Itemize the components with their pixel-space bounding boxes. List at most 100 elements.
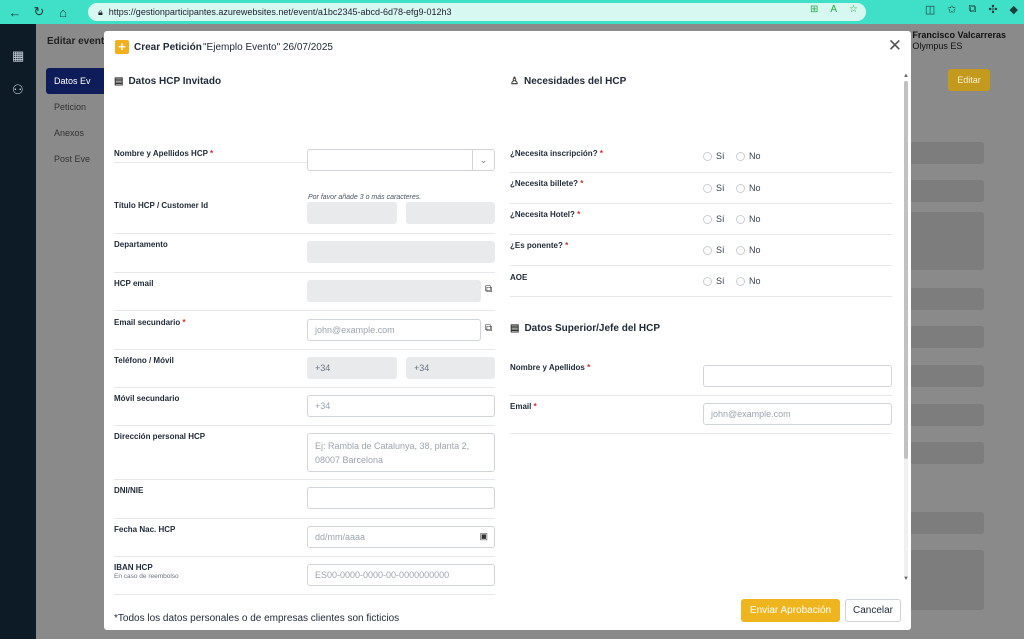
modal-scrollbar[interactable]: ▲ ▼ [903,73,909,583]
send-approval-button[interactable]: Enviar Aprobación [741,599,840,622]
hcp-email-input[interactable] [307,280,481,302]
bg-field [910,326,984,348]
radio-no[interactable]: No [736,183,761,193]
secondary-mobile-input[interactable]: +34 [307,395,495,417]
bg-field [910,212,984,270]
bg-field [910,180,984,202]
radio-yes[interactable]: Sí [703,276,725,286]
need-label: ¿Necesita billete? * [510,179,584,188]
field-label: Departamento [114,240,168,249]
field-row-nombre: Nombre y Apellidos HCP * ⌄ Por favor aña… [114,113,495,201]
modal-body: ▤ Datos HCP Invitado Nombre y Apellidos … [104,65,904,615]
page-title: Editar event [47,36,105,47]
title-input[interactable] [307,202,397,224]
field-row-hcp-email: HCP email ⧉ [114,273,495,311]
scroll-down-icon[interactable]: ▼ [903,576,909,582]
plus-icon: + [115,40,129,54]
read-aloud-icon[interactable]: A [830,4,837,15]
create-request-modal: + Crear Petición "Ejemplo Evento" 26/07/… [104,31,911,630]
apps-icon[interactable]: ⊞ [810,4,818,15]
field-label: Email secundario * [114,318,186,327]
copilot-icon[interactable]: ◆ [1010,3,1018,16]
edit-button[interactable]: Editar [948,69,990,91]
radio-no[interactable]: No [736,276,761,286]
favorites-icon[interactable]: ✩ [947,3,956,16]
department-input[interactable] [307,241,495,263]
lock-icon: 🔒︎ [98,6,103,17]
radio-yes[interactable]: Sí [703,151,725,161]
modal-footer: *Todos los datos personales o de empresa… [104,591,911,630]
field-label: HCP email [114,279,154,288]
user-org: Olympus ES [912,41,963,51]
field-row-superior-email: Email * john@example.com [510,396,892,434]
field-label: DNI/NIE [114,486,144,495]
browser-toolbar: ← ↻ ⌂ 🔒︎ https://gestionparticipantes.az… [0,0,1024,24]
refresh-icon[interactable]: ↻ [30,3,48,21]
field-label: Teléfono / Móvil [114,356,174,365]
field-row-iban: IBAN HCP En caso de reembolso ES00-0000-… [114,557,495,595]
section-title: Datos HCP Invitado [128,75,222,87]
modal-title: Crear Petición [134,42,202,53]
radio-no[interactable]: No [736,151,761,161]
extensions-icon[interactable]: ✣ [988,3,997,16]
section-header: ▤ Datos HCP Invitado [114,71,221,91]
bg-field [910,550,984,610]
radio-yes[interactable]: Sí [703,245,725,255]
radio-yes[interactable]: Sí [703,183,725,193]
bg-field [910,142,984,164]
field-label: Nombre y Apellidos * [510,363,591,372]
customer-id-input[interactable] [406,202,495,224]
scroll-up-icon[interactable]: ▲ [903,73,909,79]
section-title: Datos Superior/Jefe del HCP [524,322,661,334]
bg-field [910,512,984,534]
bg-field [910,288,984,310]
user-info: Francisco Valcarreras Olympus ES [912,30,1006,52]
cancel-button[interactable]: Cancelar [845,599,901,622]
mobile-input[interactable]: +34 [406,357,495,379]
field-label: Email * [510,402,537,411]
radio-yes[interactable]: Sí [703,214,725,224]
close-icon[interactable]: ✕ [888,37,902,55]
split-screen-icon[interactable]: ◫ [925,3,935,16]
favorite-icon[interactable]: ☆ [849,4,858,15]
url-text: https://gestionparticipantes.azurewebsit… [108,7,452,17]
need-label: ¿Es ponente? * [510,241,569,250]
field-row-fecha: Fecha Nac. HCP dd/mm/aaaa ▣ [114,519,495,557]
back-icon[interactable]: ← [6,3,24,21]
calendar-icon[interactable]: ▦ [12,48,24,64]
bg-field [910,365,984,387]
field-row-titulo: Título HCP / Customer Id [114,195,495,234]
external-link-icon[interactable]: ⧉ [485,323,492,334]
date-placeholder: dd/mm/aaaa [315,532,366,542]
field-row-departamento: Departamento [114,234,495,273]
chevron-down-icon: ⌄ [472,150,494,170]
field-row-movil-sec: Móvil secundario +34 [114,388,495,426]
field-row-dni: DNI/NIE [114,480,495,519]
external-link-icon[interactable]: ⧉ [485,284,492,295]
secondary-email-input[interactable]: john@example.com [307,319,481,341]
add-user-icon[interactable]: ⚇ [12,82,24,98]
address-bar[interactable]: 🔒︎ https://gestionparticipantes.azureweb… [88,3,866,21]
field-hint: En caso de reembolso [114,573,179,580]
iban-input[interactable]: ES00-0000-0000-00-0000000000 [307,564,495,586]
field-label: IBAN HCP [114,563,153,572]
radio-no[interactable]: No [736,245,761,255]
section-header: ♙ Necesidades del HCP [510,71,626,91]
phone-input[interactable]: +34 [307,357,397,379]
superior-email-input[interactable]: john@example.com [703,403,892,425]
hcp-name-select[interactable]: ⌄ [307,149,495,171]
address-textarea[interactable]: Ej: Rambla de Catalunya, 38, planta 2, 0… [307,433,495,472]
superior-name-input[interactable] [703,365,892,387]
need-row: ¿Es ponente? * Sí No [510,235,892,266]
birthdate-input[interactable]: dd/mm/aaaa ▣ [307,526,495,548]
radio-no[interactable]: No [736,214,761,224]
need-label: ¿Necesita Hotel? * [510,210,581,219]
collections-icon[interactable]: ⧉ [968,3,976,16]
home-icon[interactable]: ⌂ [54,3,72,21]
dni-input[interactable] [307,487,495,509]
calendar-icon[interactable]: ▣ [479,531,488,542]
bg-field [910,442,984,464]
id-card-icon: ▤ [114,75,124,87]
scroll-thumb[interactable] [904,81,908,459]
field-label: Móvil secundario [114,394,180,403]
